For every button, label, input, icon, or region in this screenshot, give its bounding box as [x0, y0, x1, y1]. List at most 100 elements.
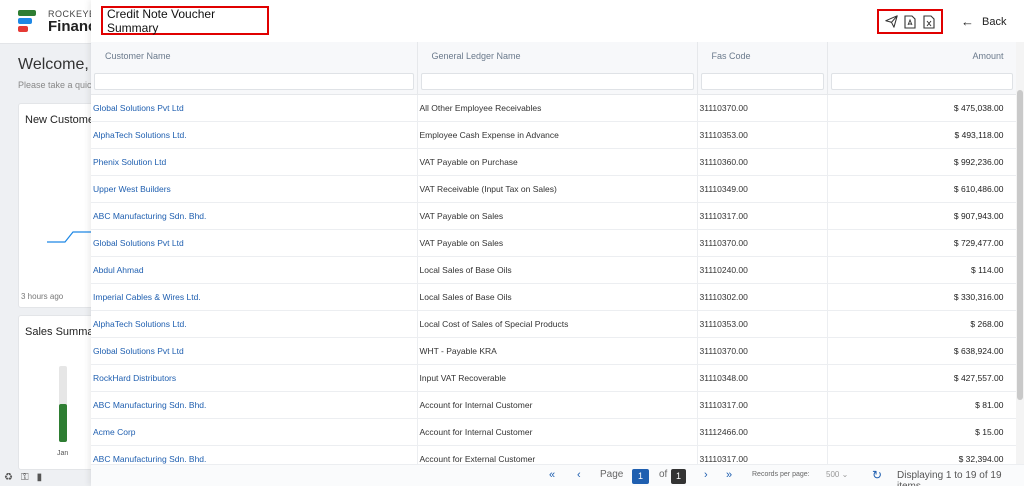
cell-customer-name[interactable]: ABC Manufacturing Sdn. Bhd.: [91, 391, 418, 419]
cell-general-ledger-name: All Other Employee Receivables: [417, 94, 698, 122]
column-header-customer-name[interactable]: Customer Name: [91, 42, 418, 70]
refresh-icon[interactable]: ↻: [872, 468, 882, 482]
table-row[interactable]: Phenix Solution Ltd VAT Payable on Purcha…: [91, 148, 1016, 176]
cell-customer-name[interactable]: Abdul Ahmad: [91, 256, 418, 284]
panel-title-box: Credit Note Voucher Summary: [101, 6, 269, 35]
cell-fas-code: 31110353.00: [697, 121, 828, 149]
pagination-bar: « ‹ Page 1 of 1 › » Records per page: 50…: [91, 464, 1024, 486]
of-label: of: [659, 469, 668, 480]
filter-general-ledger-name[interactable]: [420, 73, 694, 90]
cell-fas-code: 31110353.00: [697, 310, 828, 338]
cell-amount: $ 610,486.00: [827, 175, 1016, 203]
cell-customer-name[interactable]: Global Solutions Pvt Ltd: [91, 337, 418, 365]
panel-header: Credit Note Voucher Summary ← Back: [91, 0, 1024, 42]
key-icon[interactable]: ⚿: [21, 472, 29, 483]
cell-customer-name[interactable]: RockHard Distributors: [91, 364, 418, 392]
cell-customer-name[interactable]: AlphaTech Solutions Ltd.: [91, 310, 418, 338]
cell-amount: $ 638,924.00: [827, 337, 1016, 365]
back-button[interactable]: ← Back: [961, 14, 1006, 29]
cell-general-ledger-name: Account for External Customer: [417, 445, 698, 464]
cell-customer-name[interactable]: Imperial Cables & Wires Ltd.: [91, 283, 418, 311]
brand[interactable]: ROCKEYE Financ: [18, 9, 96, 35]
total-pages: 1: [671, 469, 686, 484]
cell-general-ledger-name: VAT Payable on Purchase: [417, 148, 698, 176]
cell-fas-code: 31110370.00: [697, 229, 828, 257]
cell-customer-name[interactable]: Phenix Solution Ltd: [91, 148, 418, 176]
cell-amount: $ 729,477.00: [827, 229, 1016, 257]
cell-general-ledger-name: Employee Cash Expense in Advance: [417, 121, 698, 149]
scrollbar-thumb[interactable]: [1017, 90, 1023, 400]
logo-icon: [18, 10, 40, 34]
cell-fas-code: 31110317.00: [697, 445, 828, 464]
cell-general-ledger-name: Account for Internal Customer: [417, 391, 698, 419]
bottom-toolbar: ♻ ⚿ ▮: [4, 472, 42, 483]
header-row: Customer Name General Ledger Name Fas Co…: [91, 42, 1016, 70]
cell-fas-code: 31110302.00: [697, 283, 828, 311]
cell-general-ledger-name: VAT Receivable (Input Tax on Sales): [417, 175, 698, 203]
credit-note-summary-panel: Credit Note Voucher Summary ← Back Custo…: [91, 0, 1024, 486]
voucher-table-container: Customer Name General Ledger Name Fas Co…: [91, 42, 1016, 464]
records-per-page-value: 500: [826, 470, 840, 479]
cell-amount: $ 81.00: [827, 391, 1016, 419]
bar-track: [59, 366, 67, 442]
cell-amount: $ 907,943.00: [827, 202, 1016, 230]
table-row[interactable]: Global Solutions Pvt Ltd All Other Employ…: [91, 94, 1016, 122]
cell-general-ledger-name: Local Cost of Sales of Special Products: [417, 310, 698, 338]
cell-fas-code: 31110348.00: [697, 364, 828, 392]
last-page-icon[interactable]: »: [726, 469, 732, 481]
table-row[interactable]: Global Solutions Pvt Ltd VAT Payable on S…: [91, 229, 1016, 257]
table-row[interactable]: Acme Corp Account for Internal Customer 31…: [91, 418, 1016, 446]
excel-icon[interactable]: [921, 14, 937, 30]
filter-row: [91, 70, 1016, 95]
first-page-icon[interactable]: «: [549, 469, 555, 481]
table-body: Global Solutions Pvt Ltd All Other Employ…: [91, 94, 1016, 464]
recycle-icon[interactable]: ♻: [4, 472, 13, 483]
current-page[interactable]: 1: [632, 469, 649, 484]
filter-customer-name[interactable]: [94, 73, 414, 90]
filter-fas-code[interactable]: [700, 73, 824, 90]
bar-fill: [59, 404, 67, 442]
bookmark-icon[interactable]: ▮: [37, 472, 43, 483]
send-icon[interactable]: [883, 14, 899, 30]
cell-general-ledger-name: VAT Payable on Sales: [417, 202, 698, 230]
table-row[interactable]: Imperial Cables & Wires Ltd. Local Sales …: [91, 283, 1016, 311]
cell-customer-name[interactable]: Upper West Builders: [91, 175, 418, 203]
table-scrollbar[interactable]: [1016, 42, 1024, 464]
cell-customer-name[interactable]: AlphaTech Solutions Ltd.: [91, 121, 418, 149]
cell-customer-name[interactable]: ABC Manufacturing Sdn. Bhd.: [91, 202, 418, 230]
table-row[interactable]: ABC Manufacturing Sdn. Bhd. Account for I…: [91, 391, 1016, 419]
pdf-icon[interactable]: [902, 14, 918, 30]
table-row[interactable]: Upper West Builders VAT Receivable (Input…: [91, 175, 1016, 203]
cell-amount: $ 268.00: [827, 310, 1016, 338]
brand-line-2: Financ: [48, 18, 97, 35]
cell-fas-code: 31110317.00: [697, 391, 828, 419]
table-row[interactable]: ABC Manufacturing Sdn. Bhd. VAT Payable o…: [91, 202, 1016, 230]
column-header-general-ledger-name[interactable]: General Ledger Name: [417, 42, 698, 70]
cell-amount: $ 32,394.00: [827, 445, 1016, 464]
cell-fas-code: 31110370.00: [697, 337, 828, 365]
records-per-page-select[interactable]: 500 ⌄: [826, 470, 848, 479]
cell-fas-code: 31110349.00: [697, 175, 828, 203]
cell-customer-name[interactable]: Acme Corp: [91, 418, 418, 446]
table-row[interactable]: AlphaTech Solutions Ltd. Employee Cash Ex…: [91, 121, 1016, 149]
previous-page-icon[interactable]: ‹: [577, 469, 581, 481]
panel-title: Credit Note Voucher Summary: [107, 6, 216, 35]
cell-general-ledger-name: Local Sales of Base Oils: [417, 256, 698, 284]
table-row[interactable]: AlphaTech Solutions Ltd. Local Cost of Sa…: [91, 310, 1016, 338]
cell-customer-name[interactable]: ABC Manufacturing Sdn. Bhd.: [91, 445, 418, 464]
next-page-icon[interactable]: ›: [704, 469, 708, 481]
cell-customer-name[interactable]: Global Solutions Pvt Ltd: [91, 94, 418, 122]
table-row[interactable]: ABC Manufacturing Sdn. Bhd. Account for E…: [91, 445, 1016, 464]
cell-customer-name[interactable]: Global Solutions Pvt Ltd: [91, 229, 418, 257]
table-row[interactable]: RockHard Distributors Input VAT Recoverab…: [91, 364, 1016, 392]
cell-amount: $ 475,038.00: [827, 94, 1016, 122]
filter-amount[interactable]: [830, 73, 1013, 90]
column-header-fas-code[interactable]: Fas Code: [697, 42, 828, 70]
cell-amount: $ 992,236.00: [827, 148, 1016, 176]
cell-general-ledger-name: Account for Internal Customer: [417, 418, 698, 446]
table-row[interactable]: Global Solutions Pvt Ltd WHT - Payable KR…: [91, 337, 1016, 365]
column-header-amount[interactable]: Amount: [827, 42, 1016, 70]
cell-fas-code: 31110317.00: [697, 202, 828, 230]
cell-fas-code: 31110240.00: [697, 256, 828, 284]
table-row[interactable]: Abdul Ahmad Local Sales of Base Oils 31110…: [91, 256, 1016, 284]
